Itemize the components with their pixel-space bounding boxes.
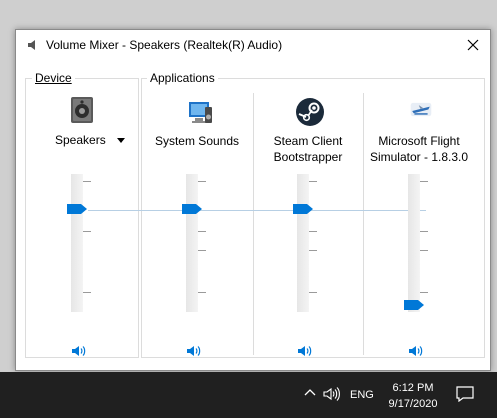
slider-tick: [420, 231, 428, 232]
app-label-steam: Steam Client Bootstrapper: [253, 133, 363, 165]
slider-tick: [83, 292, 91, 293]
app-column-steam: Steam Client Bootstrapper: [253, 90, 363, 360]
app-column-flight-simulator: Microsoft Flight Simulator - 1.8.3.0: [364, 90, 474, 360]
clock-date: 9/17/2020: [388, 398, 438, 410]
slider-tick: [420, 181, 428, 182]
clock[interactable]: 6:12 PM 9/17/2020: [385, 380, 441, 412]
window-title: Volume Mixer - Speakers (Realtek(R) Audi…: [46, 38, 283, 52]
slider-tick: [198, 292, 206, 293]
volume-track[interactable]: [408, 174, 420, 312]
volume-track[interactable]: [186, 174, 198, 312]
slider-tick: [309, 250, 317, 251]
mute-button-speaker-icon[interactable]: [407, 343, 427, 359]
mute-button-speaker-icon[interactable]: [296, 343, 316, 359]
mute-button-speaker-icon[interactable]: [70, 343, 90, 359]
app-column-system-sounds: System Sounds: [142, 90, 252, 360]
language-indicator[interactable]: ENG: [350, 389, 374, 401]
taskbar: ENG 6:12 PM 9/17/2020: [0, 372, 497, 418]
flight-simulator-icon: [410, 102, 432, 117]
close-button[interactable]: [460, 32, 486, 58]
steam-icon: [296, 98, 324, 126]
title-bar[interactable]: Volume Mixer - Speakers (Realtek(R) Audi…: [16, 30, 490, 60]
slider-tick: [420, 250, 428, 251]
app-label-line: Microsoft Flight: [378, 134, 460, 148]
speaker-icon: [28, 40, 35, 50]
close-icon: [467, 39, 479, 51]
tray-speaker-icon[interactable]: [322, 385, 342, 403]
slider-tick: [309, 231, 317, 232]
clock-time: 6:12 PM: [392, 382, 434, 394]
device-name: Speakers: [55, 133, 106, 147]
device-column: Speakers: [27, 90, 137, 360]
app-label-line: Bootstrapper: [273, 150, 343, 164]
app-label-system-sounds: System Sounds: [154, 134, 240, 148]
volume-slider-thumb[interactable]: [293, 203, 313, 214]
volume-track[interactable]: [297, 174, 309, 312]
slider-tick: [309, 181, 317, 182]
volume-slider-thumb[interactable]: [67, 203, 87, 214]
volume-track[interactable]: [71, 174, 83, 312]
applications-group-label: Applications: [147, 71, 218, 85]
slider-tick: [83, 231, 91, 232]
app-label-line: Steam Client: [273, 134, 343, 148]
slider-tick: [83, 181, 91, 182]
slider-tick: [198, 181, 206, 182]
slider-tick: [198, 250, 206, 251]
volume-slider-thumb[interactable]: [182, 203, 202, 214]
slider-tick: [420, 292, 428, 293]
device-group-label: Device: [32, 71, 75, 85]
mute-button-speaker-icon[interactable]: [185, 343, 205, 359]
app-label-line: Simulator - 1.8.3.0: [369, 150, 469, 164]
app-label-flight-simulator: Microsoft Flight Simulator - 1.8.3.0: [364, 133, 474, 165]
slider-tick: [198, 231, 206, 232]
speakers-device-icon: [71, 97, 93, 123]
slider-tick: [309, 292, 317, 293]
chevron-down-icon: [117, 138, 125, 143]
volume-slider-thumb[interactable]: [404, 300, 424, 311]
chevron-up-icon[interactable]: [303, 386, 317, 400]
notifications-icon[interactable]: [456, 386, 474, 402]
system-sounds-icon: [189, 102, 212, 123]
volume-mixer-window: Volume Mixer - Speakers (Realtek(R) Audi…: [15, 29, 491, 371]
